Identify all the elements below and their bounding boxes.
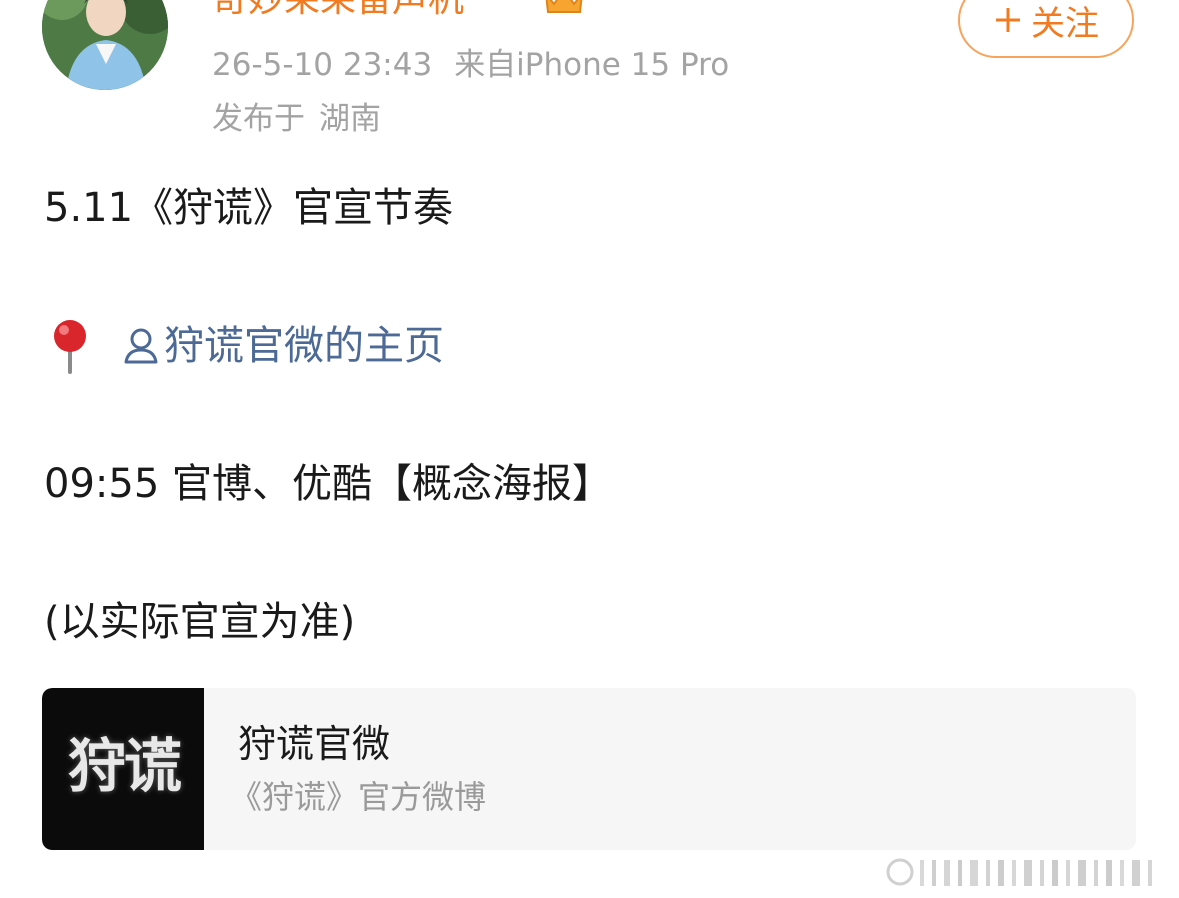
round-pushpin-icon — [54, 320, 86, 374]
card-subtitle: 《狩谎》官方微博 — [230, 778, 487, 816]
content-line-3: 09:55 官博、优酷【概念海报】 — [44, 461, 612, 507]
location-prefix: 发布于 — [212, 101, 305, 137]
user-link-text[interactable]: 狩谎官微的主页 — [164, 320, 444, 372]
post-source: 来自iPhone 15 Pro — [454, 47, 730, 83]
avatar[interactable] — [42, 0, 168, 90]
follow-button[interactable]: 关注 — [958, 0, 1134, 58]
content-line-2: 狩谎官微的主页 — [44, 318, 444, 374]
avatar-photo — [42, 0, 168, 90]
linked-profile-card[interactable]: 狩谎 狩谎官微 《狩谎》官方微博 — [42, 688, 1136, 850]
person-icon — [124, 328, 158, 364]
post-location: 发布于 湖南 — [212, 99, 381, 139]
content-line-4: (以实际官宣为准) — [44, 599, 356, 645]
user-link[interactable]: 狩谎官微的主页 — [122, 320, 444, 372]
location-value: 湖南 — [319, 101, 381, 137]
author-name[interactable]: 奇妙呆呆留声机 — [212, 0, 464, 22]
post-header: 奇妙呆呆留声机 26-5-10 23:43 来自iPhone 15 Pro 发布于… — [0, 0, 1179, 150]
card-thumbnail: 狩谎 — [42, 688, 204, 850]
card-title: 狩谎官微 — [238, 722, 391, 766]
follow-label: 关注 — [1031, 3, 1099, 44]
post-time: 26-5-10 23:43 — [212, 47, 433, 83]
plus-icon — [996, 8, 1020, 32]
watermark-graphic — [886, 858, 1152, 886]
content-line-1: 5.11《狩谎》官宣节奏 — [44, 185, 454, 231]
post-meta: 26-5-10 23:43 来自iPhone 15 Pro — [212, 45, 729, 85]
card-thumbnail-logo: 狩谎 — [67, 732, 182, 800]
vip-crown-icon — [545, 0, 583, 13]
